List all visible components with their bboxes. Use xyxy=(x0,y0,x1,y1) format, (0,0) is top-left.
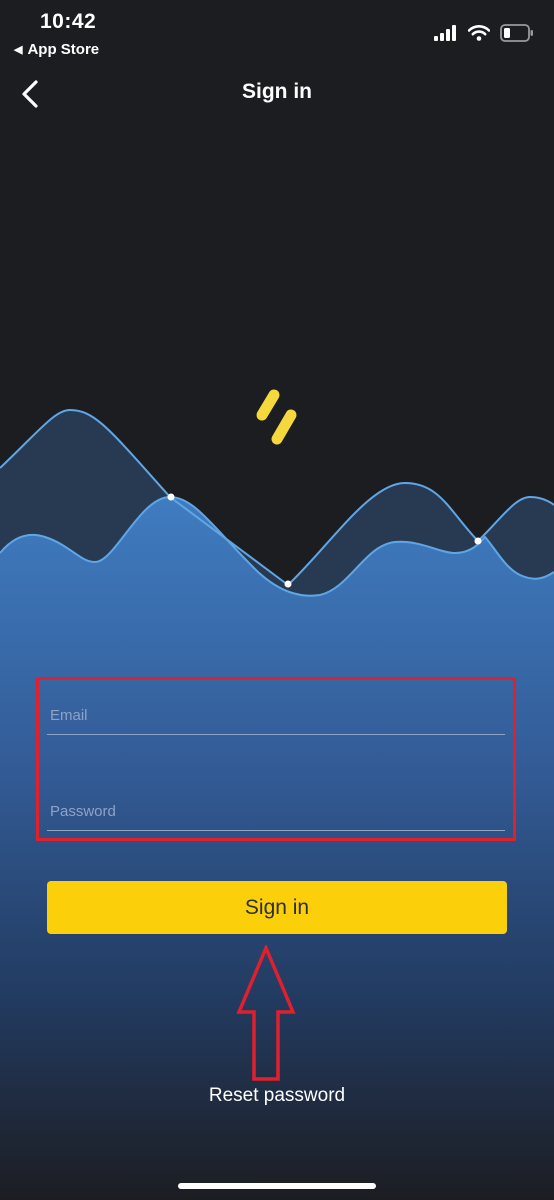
credentials-highlight-box xyxy=(36,677,516,841)
back-triangle-icon: ◀ xyxy=(14,44,23,56)
home-indicator[interactable] xyxy=(178,1183,376,1189)
page-title: Sign in xyxy=(242,80,312,103)
sign-in-screen: 10:42 ◀ App Store Sign in Email Sign in … xyxy=(0,0,554,1200)
email-field xyxy=(47,696,505,746)
battery-icon xyxy=(500,24,533,42)
status-time: 10:42 xyxy=(40,10,97,33)
sign-in-button[interactable]: Sign in xyxy=(47,881,507,934)
up-arrow-annotation xyxy=(236,945,296,1081)
email-underline xyxy=(47,734,505,735)
password-field xyxy=(47,792,505,842)
email-input[interactable] xyxy=(47,696,505,734)
reset-password-link[interactable]: Reset password xyxy=(0,1085,554,1107)
signal-icon xyxy=(434,25,456,41)
status-back-to-app[interactable]: ◀ App Store xyxy=(14,41,99,58)
wifi-icon xyxy=(468,25,490,41)
password-underline xyxy=(47,830,505,831)
password-input[interactable] xyxy=(47,792,505,830)
status-back-label: App Store xyxy=(27,41,100,58)
status-icons xyxy=(434,22,534,44)
app-logo xyxy=(256,389,297,445)
